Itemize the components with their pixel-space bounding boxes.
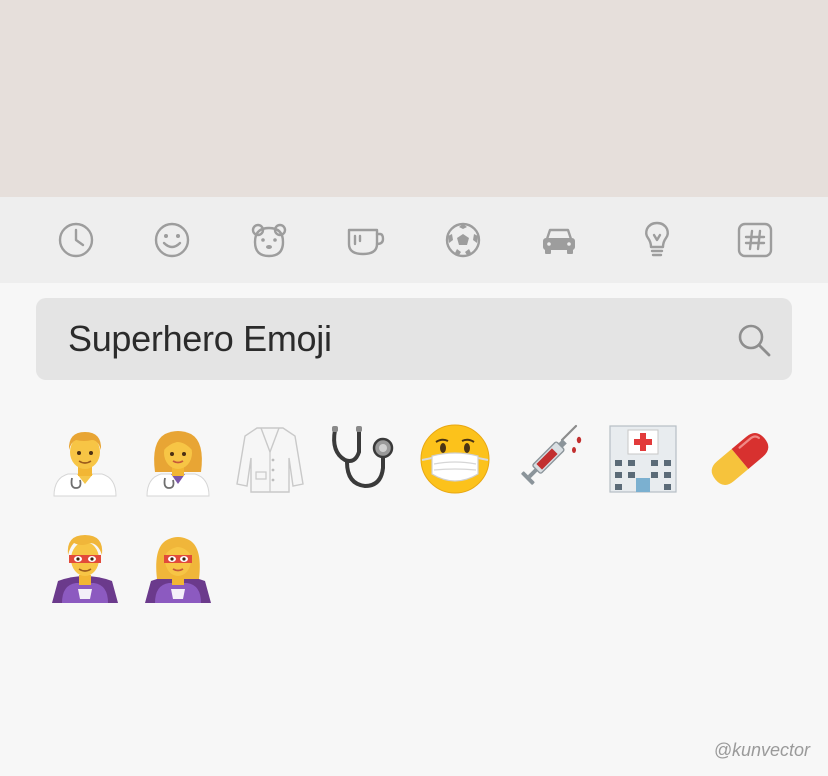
emoji-search-field[interactable]: Superhero Emoji — [36, 298, 792, 380]
man-health-worker-emoji[interactable] — [46, 420, 124, 498]
cup-icon[interactable] — [343, 218, 387, 262]
face-with-medical-mask-emoji[interactable] — [416, 420, 494, 498]
search-input[interactable]: Superhero Emoji — [68, 298, 332, 380]
hash-symbol-icon[interactable] — [733, 218, 777, 262]
pill-emoji[interactable] — [701, 420, 779, 498]
emoji-category-bar — [0, 197, 828, 283]
search-icon[interactable] — [734, 320, 774, 360]
lab-coat-emoji[interactable] — [231, 420, 309, 498]
smiley-icon[interactable] — [150, 218, 194, 262]
watermark: @kunvector — [713, 740, 810, 760]
woman-superhero-emoji[interactable] — [139, 527, 217, 605]
clock-icon[interactable] — [54, 218, 98, 262]
soccer-ball-icon[interactable] — [441, 218, 485, 262]
man-superhero-emoji[interactable] — [46, 527, 124, 605]
lightbulb-icon[interactable] — [635, 218, 679, 262]
message-area — [0, 0, 828, 197]
syringe-emoji[interactable] — [508, 420, 586, 498]
stethoscope-emoji[interactable] — [323, 420, 401, 498]
bear-icon[interactable] — [247, 218, 291, 262]
hospital-emoji[interactable] — [604, 420, 682, 498]
woman-health-worker-emoji[interactable] — [139, 420, 217, 498]
car-icon[interactable] — [537, 218, 581, 262]
